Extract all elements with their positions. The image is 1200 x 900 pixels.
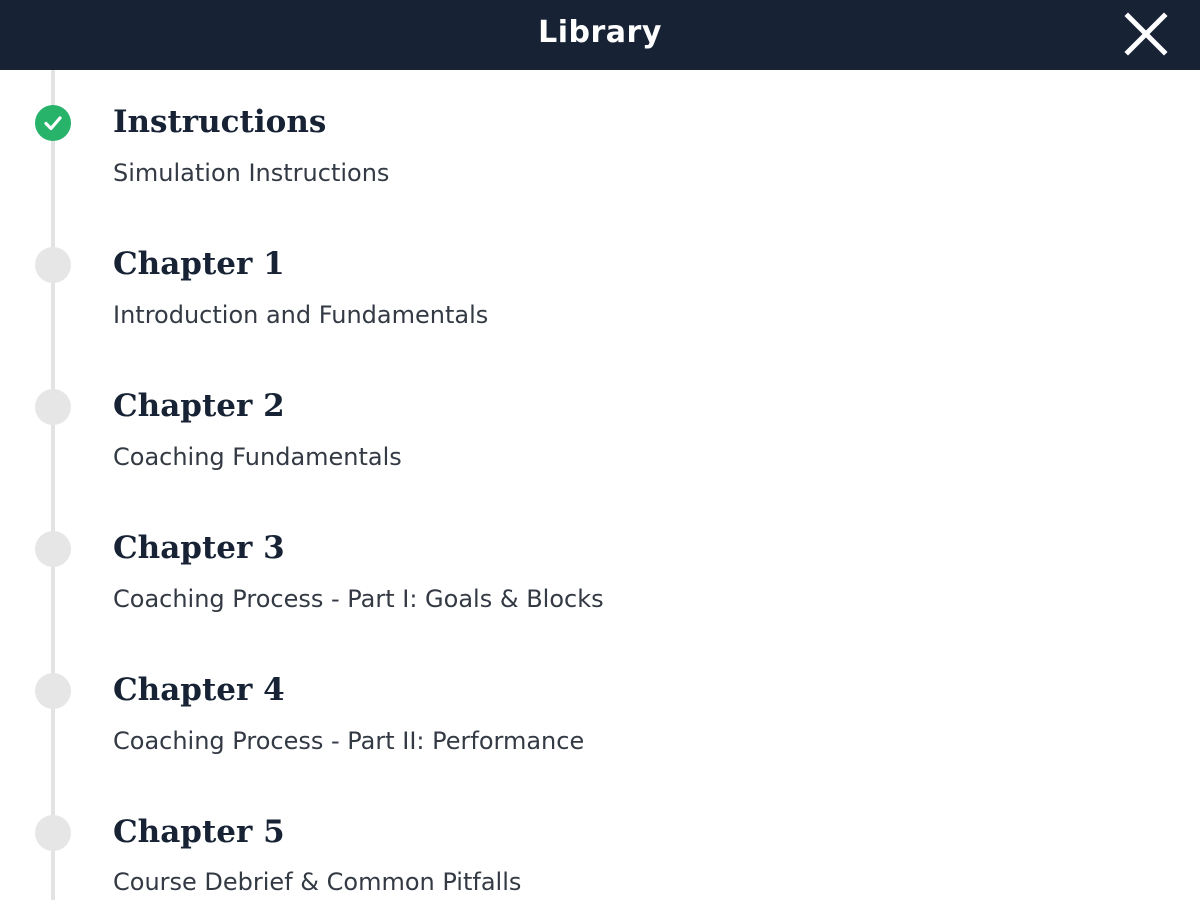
item-subtitle: Course Debrief & Common Pitfalls [113, 868, 522, 896]
item-subtitle: Coaching Fundamentals [113, 443, 402, 471]
pending-circle-icon [35, 531, 71, 567]
close-icon [1124, 12, 1168, 56]
pending-circle-icon [35, 247, 71, 283]
library-item-instructions[interactable]: Instructions Simulation Instructions [0, 70, 1200, 212]
close-button[interactable] [1122, 10, 1170, 58]
item-title: Chapter 2 [113, 388, 285, 424]
item-subtitle: Coaching Process - Part II: Performance [113, 727, 585, 755]
pending-circle-icon [35, 673, 71, 709]
item-title: Chapter 5 [113, 814, 285, 850]
library-item-chapter-3[interactable]: Chapter 3 Coaching Process - Part I: Goa… [0, 496, 1200, 638]
item-subtitle: Introduction and Fundamentals [113, 301, 489, 329]
item-subtitle: Coaching Process - Part I: Goals & Block… [113, 585, 604, 613]
pending-circle-icon [35, 815, 71, 851]
pending-circle-icon [35, 389, 71, 425]
item-subtitle: Simulation Instructions [113, 159, 390, 187]
library-item-chapter-1[interactable]: Chapter 1 Introduction and Fundamentals [0, 212, 1200, 354]
item-title: Chapter 1 [113, 246, 285, 282]
item-title: Chapter 3 [113, 530, 285, 566]
item-title: Instructions [113, 104, 327, 140]
item-title: Chapter 4 [113, 672, 285, 708]
completed-check-icon [35, 105, 71, 141]
library-item-chapter-5[interactable]: Chapter 5 Course Debrief & Common Pitfal… [0, 758, 1200, 900]
page-title: Library [538, 15, 662, 50]
library-header: Library [0, 0, 1200, 70]
library-item-chapter-2[interactable]: Chapter 2 Coaching Fundamentals [0, 354, 1200, 496]
